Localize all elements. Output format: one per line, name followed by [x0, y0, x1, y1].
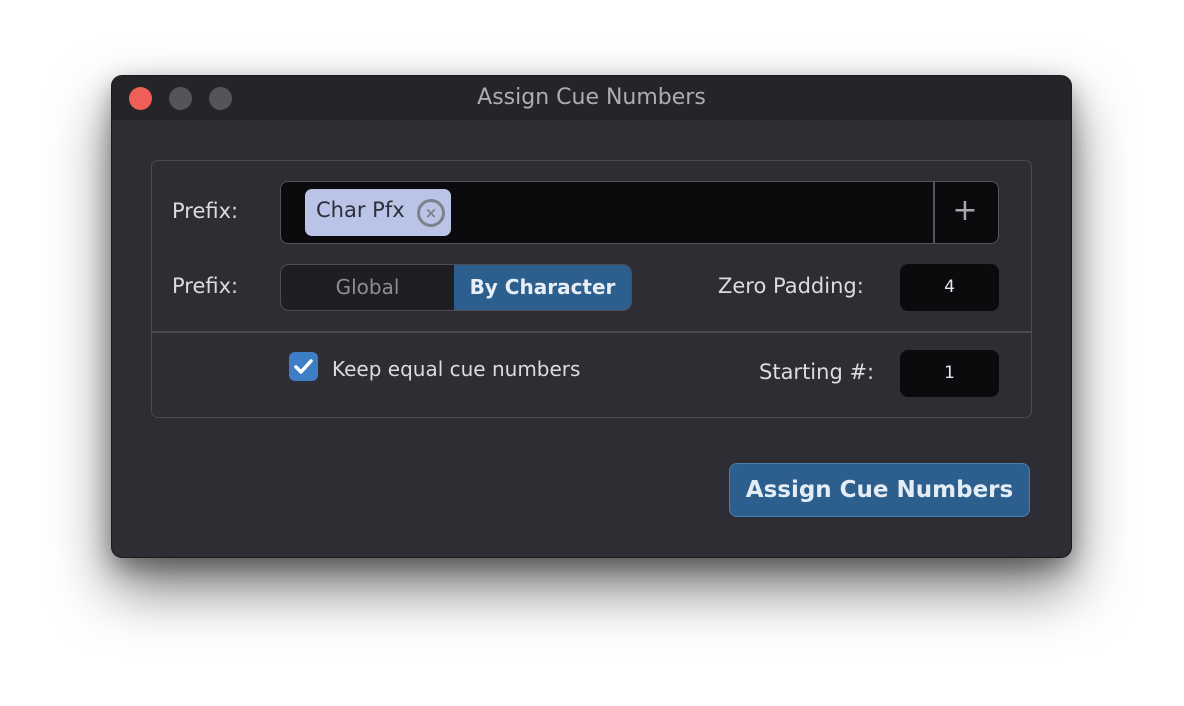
keep-equal-checkbox[interactable] [289, 352, 318, 381]
keep-equal-label[interactable]: Keep equal cue numbers [332, 357, 580, 381]
assign-cue-numbers-window: Assign Cue Numbers Prefix: Char Pfx × + … [112, 76, 1071, 557]
segment-global[interactable]: Global [281, 265, 454, 310]
remove-token-icon[interactable]: × [417, 199, 445, 227]
zero-padding-field[interactable]: 4 [900, 264, 999, 311]
group-divider [152, 331, 1031, 333]
starting-number-field[interactable]: 1 [900, 350, 999, 397]
zero-padding-label: Zero Padding: [718, 274, 864, 298]
plus-icon: + [952, 193, 978, 228]
prefix-token-field[interactable]: Char Pfx × + [280, 181, 999, 244]
assign-cue-numbers-button[interactable]: Assign Cue Numbers [729, 463, 1030, 517]
prefix-mode-label: Prefix: [172, 274, 239, 298]
prefix-mode-segmented-control: Global By Character [280, 264, 632, 311]
options-group: Prefix: Char Pfx × + Prefix: Global By C… [151, 160, 1032, 418]
prefix-label: Prefix: [172, 199, 239, 223]
window-title: Assign Cue Numbers [477, 85, 706, 110]
title-bar: Assign Cue Numbers [112, 76, 1071, 120]
prefix-token[interactable]: Char Pfx × [305, 189, 451, 236]
segment-by-character[interactable]: By Character [454, 265, 631, 310]
add-prefix-button[interactable]: + [933, 182, 997, 243]
checkmark-icon [294, 359, 313, 374]
prefix-token-label: Char Pfx [316, 198, 405, 222]
starting-number-label: Starting #: [759, 360, 875, 384]
